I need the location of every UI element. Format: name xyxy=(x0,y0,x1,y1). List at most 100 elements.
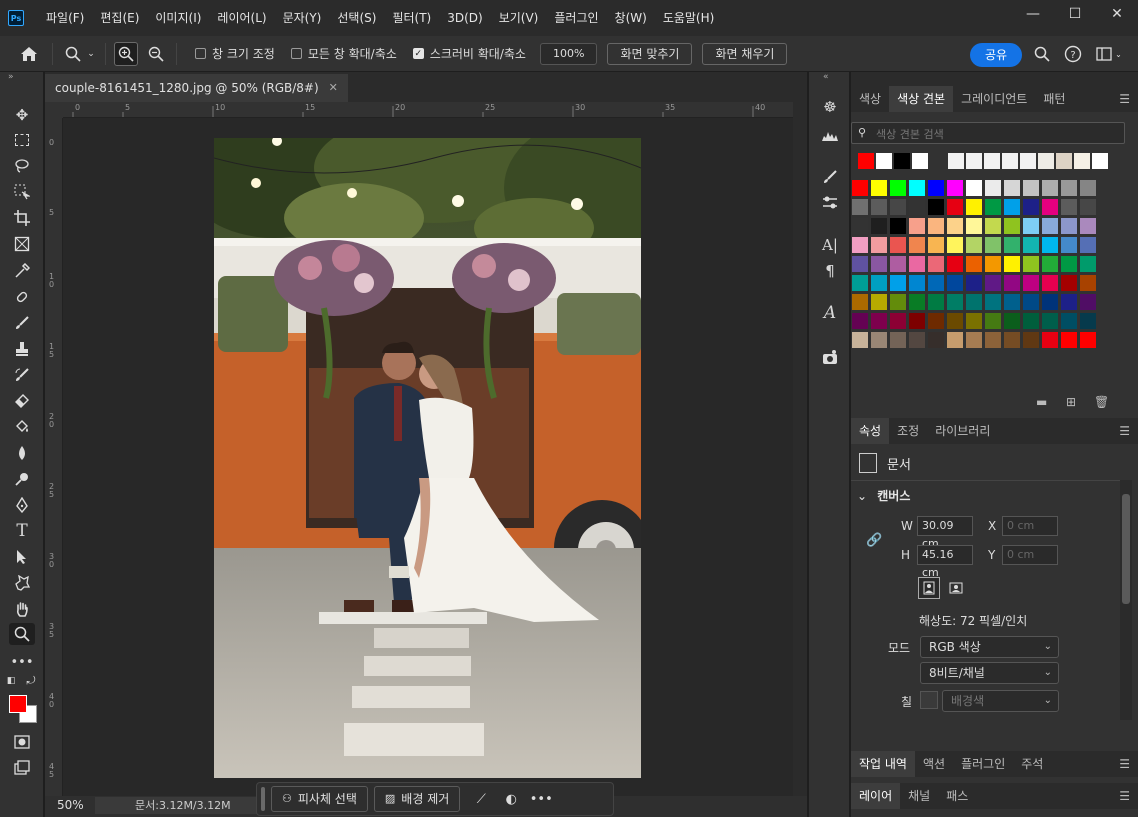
color-swatch[interactable] xyxy=(1080,275,1096,291)
recent-swatch[interactable] xyxy=(1038,153,1054,169)
link-dimensions-icon[interactable]: 🔗 xyxy=(866,533,882,548)
scrollbar-thumb[interactable] xyxy=(1122,494,1130,604)
maximize-button[interactable]: ☐ xyxy=(1054,0,1096,28)
panel-menu-icon[interactable]: ☰ xyxy=(1119,86,1130,112)
color-swatch[interactable] xyxy=(1061,313,1077,329)
color-swatch[interactable] xyxy=(928,313,944,329)
color-swatch[interactable] xyxy=(928,199,944,215)
color-swatch[interactable] xyxy=(985,180,1001,196)
zoom-tool-icon[interactable] xyxy=(9,623,35,645)
tab-paths[interactable]: 패스 xyxy=(938,783,976,809)
minimize-button[interactable]: — xyxy=(1012,0,1054,28)
color-swatch[interactable] xyxy=(985,199,1001,215)
color-swatch[interactable] xyxy=(966,199,982,215)
tab-actions[interactable]: 액션 xyxy=(915,751,953,777)
tab-channels[interactable]: 채널 xyxy=(900,783,938,809)
color-swatch[interactable] xyxy=(909,313,925,329)
type-tool-icon[interactable]: T xyxy=(9,520,35,542)
remove-background-button[interactable]: ▨ 배경 제거 xyxy=(373,786,461,812)
color-swatch[interactable] xyxy=(966,275,982,291)
color-swatch[interactable] xyxy=(1042,199,1058,215)
color-swatch[interactable] xyxy=(852,218,868,234)
glyphs-icon[interactable]: A xyxy=(819,302,841,324)
color-swatch[interactable] xyxy=(1080,199,1096,215)
recent-swatch[interactable] xyxy=(858,153,874,169)
menu-help[interactable]: 도움말(H) xyxy=(655,0,723,36)
color-swatch[interactable] xyxy=(1042,180,1058,196)
color-swatch[interactable] xyxy=(871,256,887,272)
tab-libraries[interactable]: 라이브러리 xyxy=(927,418,998,444)
color-swatch[interactable] xyxy=(966,256,982,272)
tab-layers[interactable]: 레이어 xyxy=(851,783,901,809)
color-swatch[interactable] xyxy=(852,294,868,310)
color-swatch[interactable] xyxy=(890,180,906,196)
color-swatch[interactable] xyxy=(928,294,944,310)
bit-depth-dropdown[interactable]: 8비트/채널 ⌄ xyxy=(920,662,1059,684)
color-swatch[interactable] xyxy=(1061,256,1077,272)
landscape-orientation-button[interactable] xyxy=(945,577,967,599)
menu-select[interactable]: 선택(S) xyxy=(329,0,384,36)
hand-tool-icon[interactable] xyxy=(9,598,35,620)
y-field[interactable]: 0 cm xyxy=(1002,545,1058,565)
color-swatch[interactable] xyxy=(1004,332,1020,348)
color-swatch[interactable] xyxy=(966,332,982,348)
color-swatch[interactable] xyxy=(852,199,868,215)
color-swatch[interactable] xyxy=(1080,237,1096,253)
color-swatch[interactable] xyxy=(1004,199,1020,215)
color-swatch[interactable] xyxy=(1023,332,1039,348)
tab-patterns[interactable]: 패턴 xyxy=(1035,86,1073,112)
color-swatch[interactable] xyxy=(966,313,982,329)
paragraph-icon[interactable]: ¶ xyxy=(819,260,841,282)
color-swatch[interactable] xyxy=(890,256,906,272)
color-swatch[interactable] xyxy=(909,199,925,215)
home-button[interactable] xyxy=(14,41,44,67)
menu-plugins[interactable]: 플러그인 xyxy=(546,0,606,36)
color-swatch[interactable] xyxy=(1023,275,1039,291)
workspace-button[interactable]: ⌄ xyxy=(1094,43,1124,65)
color-swatch[interactable] xyxy=(928,275,944,291)
clone-stamp-tool-icon[interactable] xyxy=(9,338,35,360)
tab-gradients[interactable]: 그레이디언트 xyxy=(953,86,1035,112)
color-swatch[interactable] xyxy=(1080,218,1096,234)
color-swatch[interactable] xyxy=(985,237,1001,253)
color-swatch[interactable] xyxy=(928,237,944,253)
color-swatch[interactable] xyxy=(1004,313,1020,329)
color-swatch[interactable] xyxy=(1042,237,1058,253)
color-swatch[interactable] xyxy=(947,180,963,196)
height-field[interactable]: 45.16 cm xyxy=(917,545,973,579)
fill-dropdown[interactable]: 배경색 ⌄ xyxy=(942,690,1059,712)
menu-filter[interactable]: 필터(T) xyxy=(384,0,439,36)
healing-brush-tool-icon[interactable] xyxy=(9,286,35,308)
color-swatch[interactable] xyxy=(928,256,944,272)
zoom-level[interactable]: 50% xyxy=(57,798,84,812)
drag-handle[interactable] xyxy=(261,787,265,811)
recent-swatch[interactable] xyxy=(1002,153,1018,169)
eyedropper-tool-icon[interactable] xyxy=(9,260,35,282)
navigator-icon[interactable]: ☸ xyxy=(819,96,841,118)
fill-color-swatch[interactable] xyxy=(920,691,938,709)
transform-icon[interactable]: ⟋ xyxy=(466,786,496,812)
canvas-section-header[interactable]: ⌄ 캔버스 xyxy=(857,487,910,504)
search-button[interactable] xyxy=(1031,43,1053,65)
color-swatch[interactable] xyxy=(1042,332,1058,348)
recent-swatch[interactable] xyxy=(1074,153,1090,169)
share-button[interactable]: 공유 xyxy=(970,43,1022,67)
zoom-in-button[interactable] xyxy=(114,41,138,66)
tab-notes[interactable]: 주석 xyxy=(1013,751,1051,777)
custom-shape-tool-icon[interactable] xyxy=(9,572,35,594)
color-swatch[interactable] xyxy=(947,199,963,215)
color-swatch[interactable] xyxy=(966,180,982,196)
color-swatch[interactable] xyxy=(1042,313,1058,329)
color-swatch[interactable] xyxy=(1061,199,1077,215)
chevron-down-icon[interactable]: ⌄ xyxy=(85,42,97,66)
color-swatch[interactable] xyxy=(1004,275,1020,291)
new-swatch-icon[interactable]: ⊞ xyxy=(1066,395,1082,409)
color-swatch[interactable] xyxy=(947,218,963,234)
color-swatch[interactable] xyxy=(890,199,906,215)
color-swatch[interactable] xyxy=(947,256,963,272)
zoom-out-button[interactable] xyxy=(144,42,168,66)
color-swatch[interactable] xyxy=(871,199,887,215)
history-brush-tool-icon[interactable] xyxy=(9,364,35,386)
color-swatch[interactable] xyxy=(1042,294,1058,310)
eraser-tool-icon[interactable] xyxy=(9,390,35,412)
